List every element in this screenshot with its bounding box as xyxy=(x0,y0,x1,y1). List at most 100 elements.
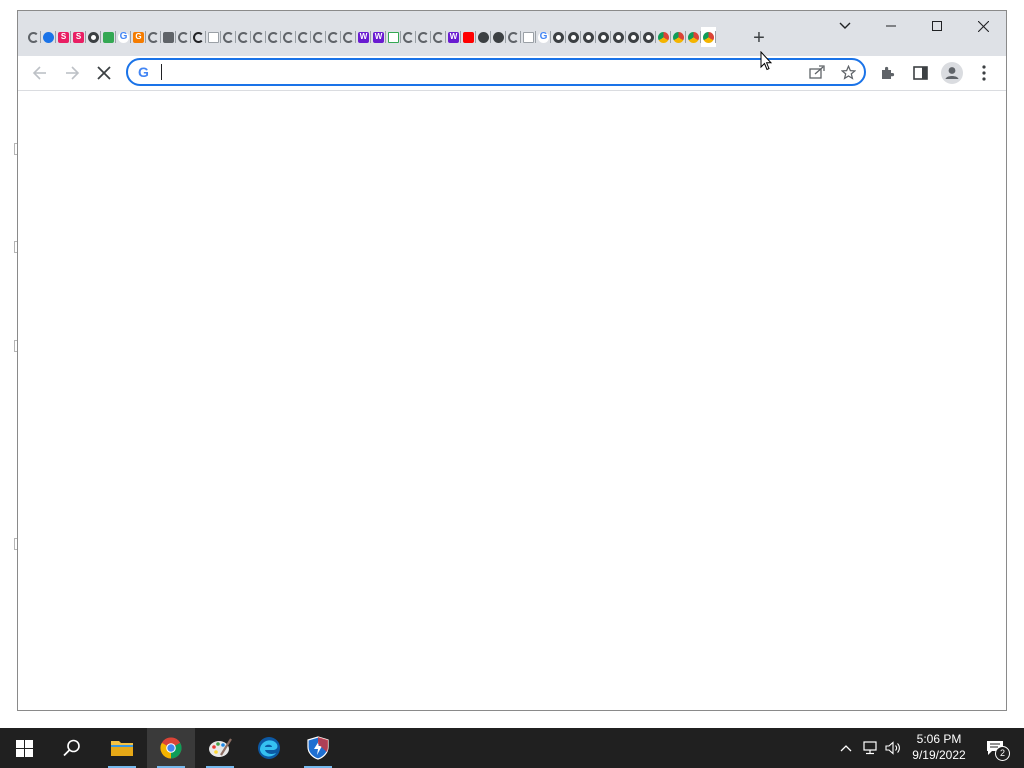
browser-tab[interactable] xyxy=(206,27,221,47)
taskbar-defender[interactable] xyxy=(294,728,342,768)
browser-tab[interactable] xyxy=(236,27,251,47)
minimize-button[interactable] xyxy=(868,11,914,41)
browser-tab[interactable]: W xyxy=(356,27,371,47)
stop-loading-icon xyxy=(97,66,111,80)
browser-tab[interactable]: W xyxy=(446,27,461,47)
github-favicon xyxy=(628,31,639,43)
browser-tab[interactable]: S xyxy=(71,27,86,47)
browser-tab[interactable]: S xyxy=(56,27,71,47)
spiral-favicon xyxy=(403,31,414,43)
folder-icon xyxy=(111,741,133,756)
browser-tab[interactable] xyxy=(701,27,716,47)
page-content[interactable] xyxy=(18,91,1006,710)
browser-tab[interactable] xyxy=(611,27,626,47)
browser-tab[interactable] xyxy=(296,27,311,47)
browser-tab[interactable] xyxy=(476,27,491,47)
tab-search-button[interactable] xyxy=(822,11,868,41)
show-hidden-icons-button[interactable] xyxy=(838,740,854,756)
browser-tab[interactable] xyxy=(266,27,281,47)
browser-tab[interactable] xyxy=(521,27,536,47)
shield-icon xyxy=(307,736,329,760)
browser-tab[interactable] xyxy=(326,27,341,47)
maximize-button[interactable] xyxy=(914,11,960,41)
bookmark-button[interactable] xyxy=(836,61,860,83)
browser-tab[interactable] xyxy=(506,27,521,47)
chrome-menu-button[interactable] xyxy=(970,59,998,87)
browser-tab[interactable] xyxy=(176,27,191,47)
browser-tab[interactable] xyxy=(581,27,596,47)
w-favicon: W xyxy=(358,31,369,43)
w-favicon: W xyxy=(448,31,459,43)
browser-tab[interactable] xyxy=(566,27,581,47)
browser-tab[interactable] xyxy=(311,27,326,47)
browser-tab[interactable] xyxy=(251,27,266,47)
note-favicon xyxy=(163,31,174,43)
edge-icon xyxy=(258,737,280,759)
spiral-favicon xyxy=(238,31,249,43)
spiral-favicon xyxy=(433,31,444,43)
taskbar-edge[interactable] xyxy=(245,728,293,768)
browser-tab[interactable] xyxy=(386,27,401,47)
search-button[interactable] xyxy=(48,728,96,768)
action-center-button[interactable]: 2 xyxy=(980,728,1010,768)
chevron-up-icon xyxy=(840,745,852,752)
spiral-favicon xyxy=(328,31,339,43)
new-tab-button[interactable]: + xyxy=(746,25,772,51)
browser-tab[interactable] xyxy=(191,27,206,47)
browser-tab[interactable] xyxy=(161,27,176,47)
forward-button[interactable] xyxy=(58,59,86,87)
browser-tab[interactable] xyxy=(146,27,161,47)
taskbar-paint[interactable] xyxy=(196,728,244,768)
title-bar[interactable]: SSGGWWWG + xyxy=(18,11,1006,56)
browser-tab[interactable] xyxy=(416,27,431,47)
browser-tab[interactable] xyxy=(626,27,641,47)
back-arrow-icon xyxy=(32,66,46,80)
browser-tab[interactable] xyxy=(491,27,506,47)
browser-tab[interactable] xyxy=(26,27,41,47)
browser-tab[interactable] xyxy=(671,27,686,47)
browser-tab[interactable]: G xyxy=(131,27,146,47)
network-button[interactable] xyxy=(862,740,878,756)
browser-tab[interactable] xyxy=(656,27,671,47)
browser-tab[interactable] xyxy=(341,27,356,47)
browser-tab[interactable] xyxy=(281,27,296,47)
browser-tab[interactable] xyxy=(551,27,566,47)
system-clock[interactable]: 5:06 PM 9/19/2022 xyxy=(906,731,972,765)
browser-tab[interactable] xyxy=(686,27,701,47)
volume-icon xyxy=(885,741,900,755)
browser-tab[interactable]: W xyxy=(371,27,386,47)
browser-tab[interactable] xyxy=(431,27,446,47)
google-favicon: G xyxy=(538,31,549,43)
stop-loading-button[interactable] xyxy=(90,59,118,87)
browser-tab[interactable] xyxy=(86,27,101,47)
github-favicon xyxy=(583,31,594,43)
omnibox[interactable]: G xyxy=(126,58,866,86)
extensions-button[interactable] xyxy=(874,59,902,87)
browser-tab[interactable]: G xyxy=(536,27,551,47)
spiral-favicon xyxy=(268,31,279,43)
browser-tab[interactable] xyxy=(401,27,416,47)
start-button[interactable] xyxy=(0,728,48,768)
taskbar-file-explorer[interactable] xyxy=(98,728,146,768)
browser-tab[interactable] xyxy=(641,27,656,47)
text-caret xyxy=(161,64,162,80)
share-button[interactable] xyxy=(805,61,829,83)
side-panel-button[interactable] xyxy=(906,59,934,87)
browser-tab[interactable] xyxy=(101,27,116,47)
spiral-favicon xyxy=(343,31,354,43)
chrome-favicon xyxy=(688,31,699,43)
browser-tab[interactable] xyxy=(41,27,56,47)
page-favicon xyxy=(523,31,534,43)
back-button[interactable] xyxy=(26,59,54,87)
browser-tab[interactable] xyxy=(461,27,476,47)
spiral-favicon xyxy=(178,31,189,43)
headphones-favicon xyxy=(493,31,504,43)
profile-button[interactable] xyxy=(938,59,966,87)
taskbar-chrome[interactable] xyxy=(147,728,195,768)
browser-tab[interactable] xyxy=(221,27,236,47)
close-button[interactable] xyxy=(960,11,1006,41)
volume-button[interactable] xyxy=(885,740,901,756)
browser-tab[interactable]: G xyxy=(116,27,131,47)
address-input[interactable] xyxy=(160,62,760,82)
browser-tab[interactable] xyxy=(596,27,611,47)
